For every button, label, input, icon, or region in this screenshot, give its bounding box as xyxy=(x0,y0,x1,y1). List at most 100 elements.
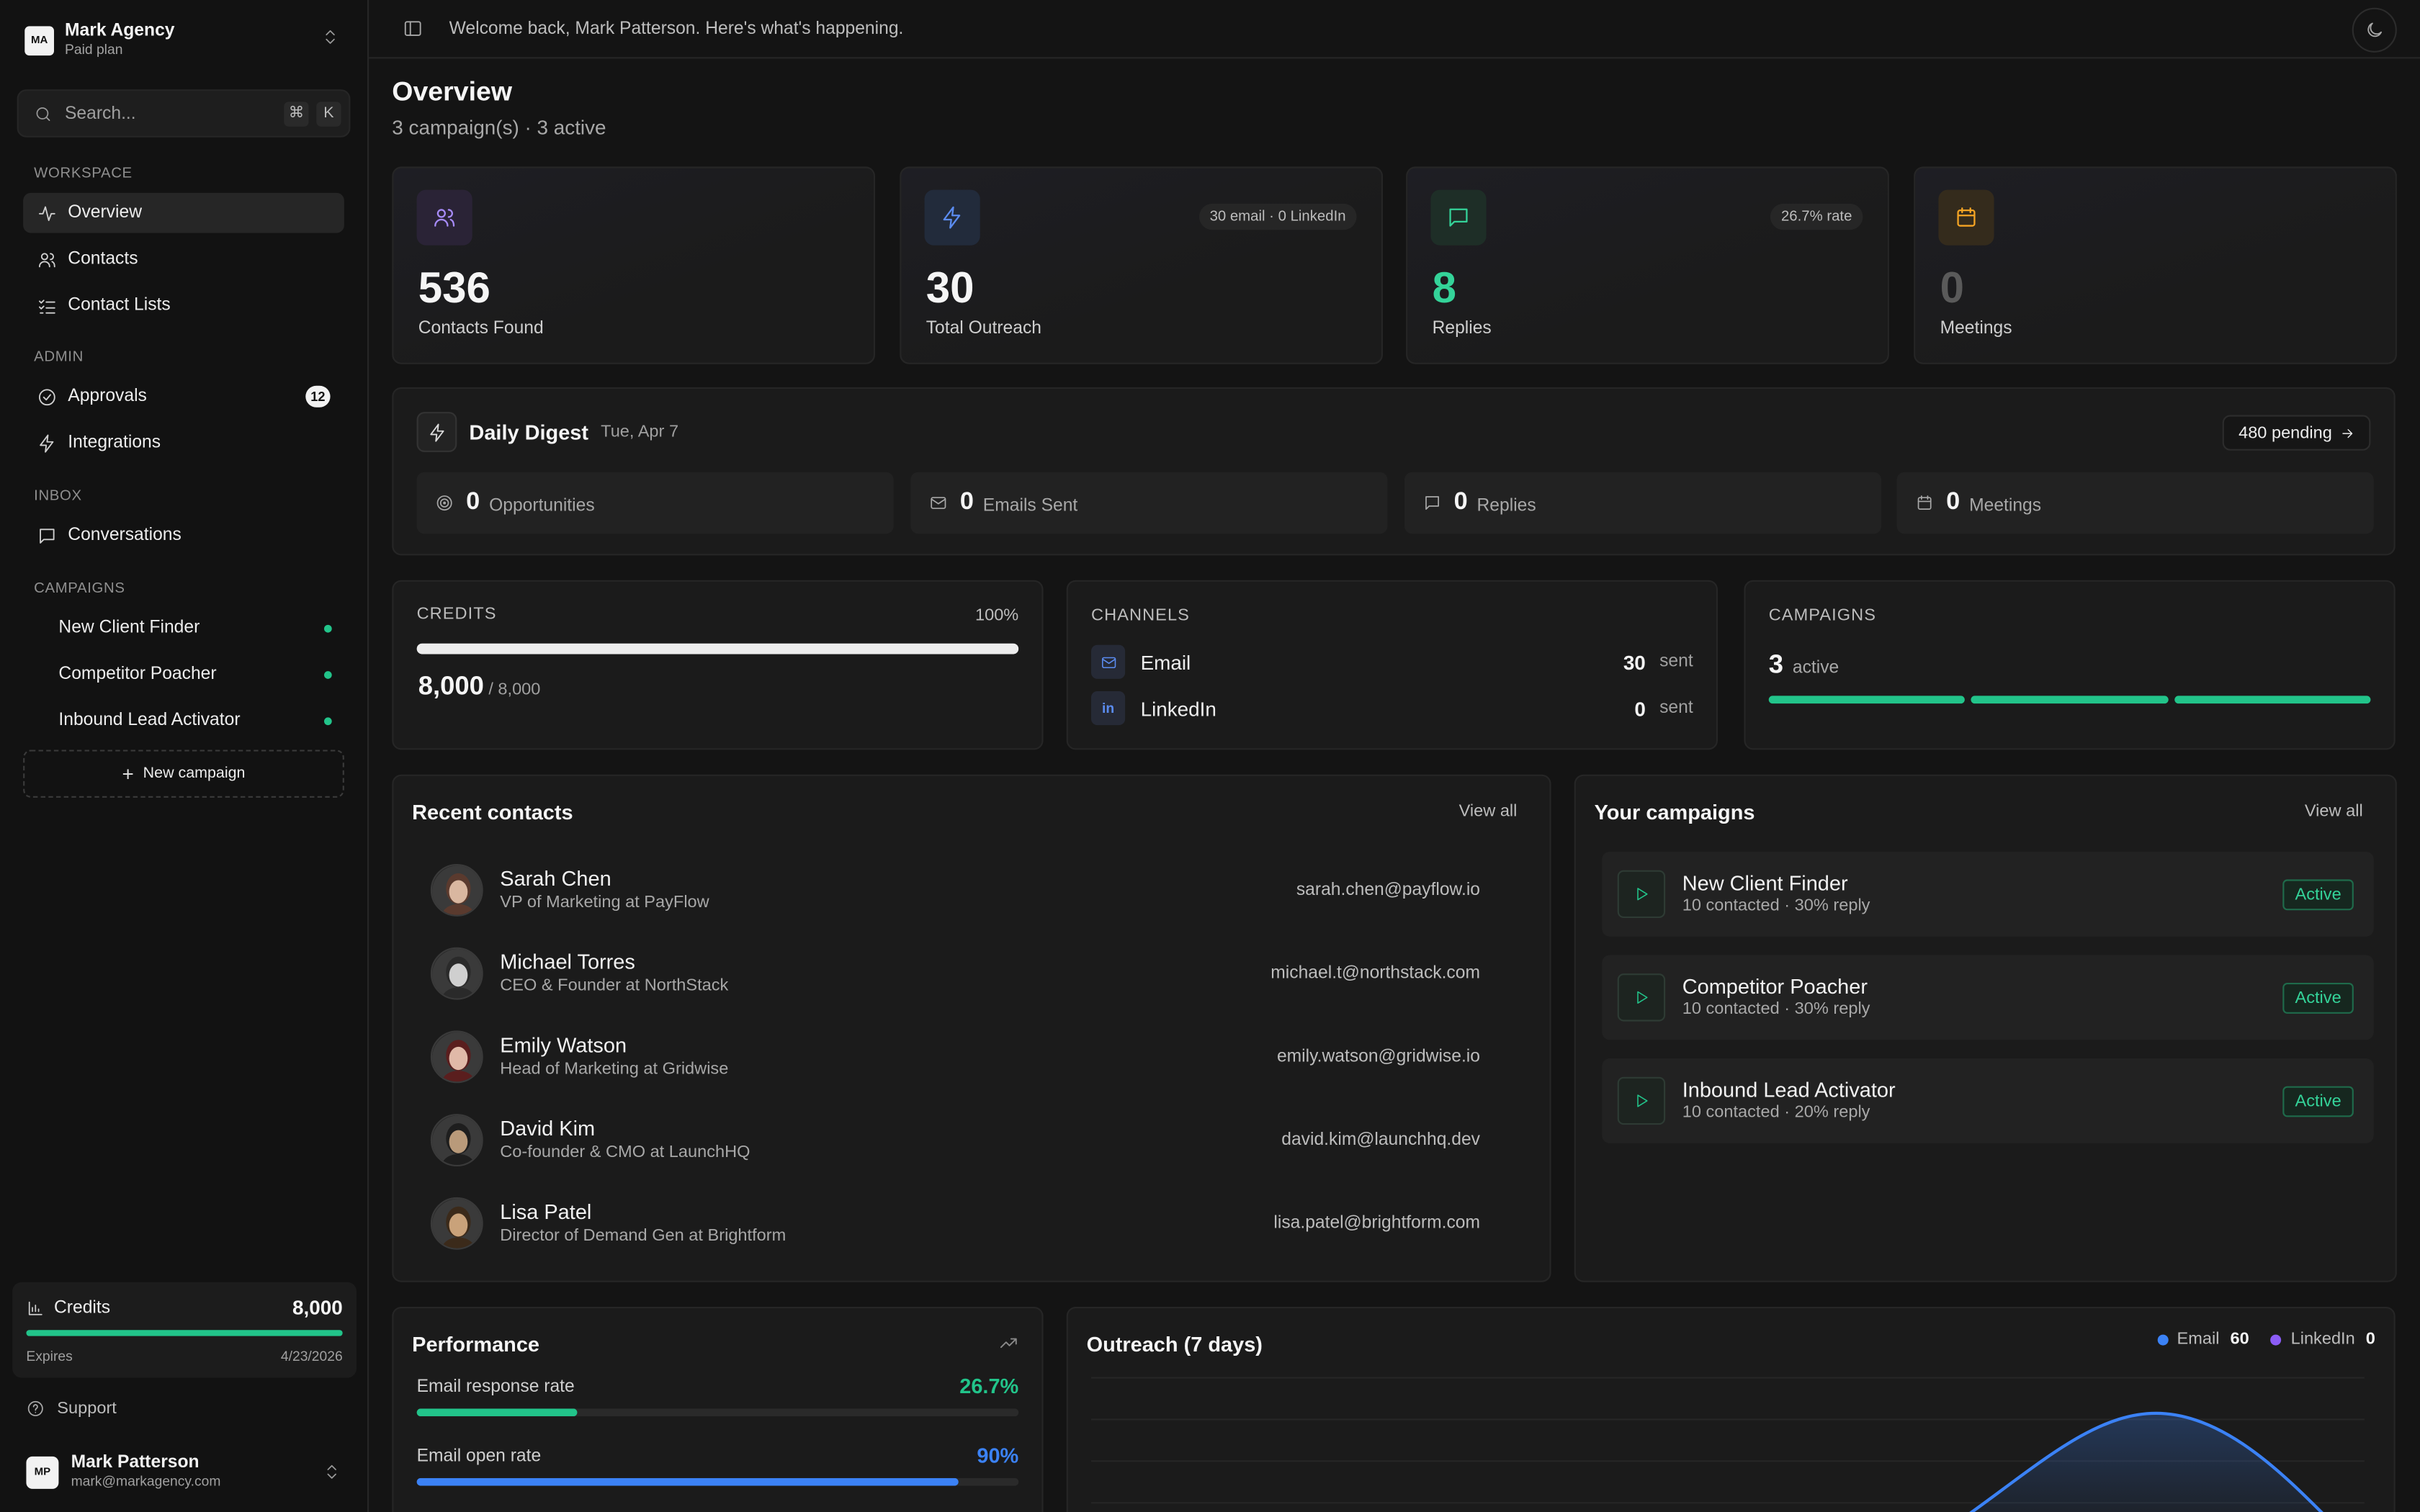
bolt-icon xyxy=(416,412,457,452)
digest-tile-replies: 0 Replies xyxy=(1404,472,1882,534)
credits-percent: 100% xyxy=(974,606,1019,625)
sidebar-item-integrations[interactable]: Integrations xyxy=(23,423,344,463)
daily-digest: Daily Digest Tue, Apr 7 480 pending 0 Op… xyxy=(392,387,2396,556)
credits-value: 8,000 xyxy=(418,671,484,701)
legend-label: Email xyxy=(2177,1330,2220,1349)
play-icon[interactable] xyxy=(1617,973,1666,1022)
sidebar-item-overview[interactable]: Overview xyxy=(23,192,344,233)
theme-toggle-button[interactable] xyxy=(2352,7,2397,53)
your-campaigns-panel: Your campaigns View all New Client Finde… xyxy=(1574,774,2397,1282)
sidebar-item-conversations[interactable]: Conversations xyxy=(23,516,344,556)
sidebar-item-label: Inbound Lead Activator xyxy=(58,711,241,730)
list-checks-icon xyxy=(37,295,68,315)
user-email: mark@markagency.com xyxy=(71,1474,221,1490)
mail-icon xyxy=(1091,644,1126,679)
play-icon[interactable] xyxy=(1617,870,1666,918)
contact-email: michael.t@northstack.com xyxy=(1270,964,1480,983)
credits-expires-date: 4/23/2026 xyxy=(280,1348,343,1364)
avatar xyxy=(430,1030,483,1084)
sidebar-campaign-competitor-poacher[interactable]: Competitor Poacher xyxy=(23,654,344,695)
view-all-campaigns-link[interactable]: View all xyxy=(2305,802,2363,821)
sidebar-item-label: Contacts xyxy=(68,250,138,269)
message-icon xyxy=(37,526,68,546)
outreach-chart-panel: Outreach (7 days) Email 60 LinkedIn 0 xyxy=(1066,1307,2396,1512)
chevrons-up-down-icon xyxy=(321,28,340,47)
contact-row[interactable]: Sarah Chen VP of Marketing at PayFlow sara… xyxy=(430,860,1480,922)
pending-button[interactable]: 480 pending xyxy=(2223,415,2371,451)
sidebar-item-label: Competitor Poacher xyxy=(58,665,217,684)
calendar-icon xyxy=(1938,189,1994,246)
search-input[interactable]: Search... ⌘ K xyxy=(17,89,351,138)
sidebar-campaign-inbound-lead-activator[interactable]: Inbound Lead Activator xyxy=(23,701,344,741)
page-title: Overview xyxy=(392,76,513,107)
sidebar-campaign-new-client-finder[interactable]: New Client Finder xyxy=(23,608,344,648)
status-badge: Active xyxy=(2282,878,2354,910)
digest-title: Daily Digest xyxy=(469,420,589,444)
campaign-row[interactable]: Inbound Lead Activator 10 contacted · 20%… xyxy=(1602,1058,2374,1143)
sidebar-item-label: Overview xyxy=(68,203,143,222)
plus-icon: + xyxy=(122,762,134,786)
metric-bar-fill xyxy=(416,1408,578,1417)
active-status-dot xyxy=(324,717,332,726)
credits-label: CREDITS xyxy=(416,605,497,624)
contact-email: lisa.patel@brightform.com xyxy=(1273,1214,1480,1233)
status-badge: Active xyxy=(2282,981,2354,1013)
digest-label: Opportunities xyxy=(489,495,595,515)
campaigns-status-bars xyxy=(1768,696,2371,704)
stat-card-outreach: 30 email · 0 LinkedIn 30 Total Outreach xyxy=(900,166,1383,364)
user-name: Mark Patterson xyxy=(71,1454,200,1472)
sidebar-item-label: Approvals xyxy=(68,387,147,406)
shortcut-mod-key: ⌘ xyxy=(284,101,309,126)
campaigns-count: 3 active xyxy=(1769,649,1839,680)
contact-role: VP of Marketing at PayFlow xyxy=(500,892,709,912)
sidebar-item-approvals[interactable]: Approvals 12 xyxy=(23,377,344,417)
channel-row-linkedin: in LinkedIn 0 sent xyxy=(1091,691,1693,726)
main-content: Welcome back, Mark Patterson. Here's wha… xyxy=(369,0,2420,1512)
metric-name: Email open rate xyxy=(416,1446,542,1465)
contact-row[interactable]: David Kim Co-founder & CMO at LaunchHQ dav… xyxy=(430,1110,1480,1171)
channel-unit: sent xyxy=(1659,698,1693,718)
users-icon xyxy=(37,249,68,269)
contact-row[interactable]: Michael Torres CEO & Founder at NorthStac… xyxy=(430,942,1480,1004)
stat-pill: 30 email · 0 LinkedIn xyxy=(1198,203,1357,230)
metric-email-response-rate: Email response rate 26.7% xyxy=(416,1374,1019,1417)
stat-label: Meetings xyxy=(1940,319,2012,338)
sidebar-toggle-icon[interactable] xyxy=(403,19,423,39)
org-logo: MA xyxy=(24,25,54,55)
avatar xyxy=(430,947,483,1000)
sidebar-item-contact-lists[interactable]: Contact Lists xyxy=(23,285,344,325)
sidebar-item-contacts[interactable]: Contacts xyxy=(23,239,344,279)
view-all-contacts-link[interactable]: View all xyxy=(1459,802,1518,821)
campaign-row[interactable]: Competitor Poacher 10 contacted · 30% rep… xyxy=(1602,955,2374,1040)
section-label-admin: ADMIN xyxy=(34,348,84,366)
contact-row[interactable]: Lisa Patel Director of Demand Gen at Brig… xyxy=(430,1192,1480,1254)
digest-date: Tue, Apr 7 xyxy=(601,423,679,441)
support-label: Support xyxy=(57,1399,117,1418)
org-switcher[interactable]: MA Mark Agency Paid plan xyxy=(24,20,346,60)
message-icon xyxy=(1430,189,1487,246)
stat-card-meetings: 0 Meetings xyxy=(1914,166,2397,364)
avatar: MP xyxy=(26,1455,59,1488)
legend-label: LinkedIn xyxy=(2290,1330,2355,1349)
contact-name: David Kim xyxy=(500,1117,596,1141)
search-icon xyxy=(34,104,53,123)
contact-row[interactable]: Emily Watson Head of Marketing at Gridwis… xyxy=(430,1026,1480,1088)
metric-bar xyxy=(416,1477,1019,1486)
sidebar-item-label: Conversations xyxy=(68,526,182,545)
user-menu[interactable]: MP Mark Patterson mark@markagency.com xyxy=(26,1450,347,1493)
active-status-dot xyxy=(324,624,332,633)
campaign-row[interactable]: New Client Finder 10 contacted · 30% repl… xyxy=(1602,851,2374,937)
campaigns-summary-card: CAMPAIGNS 3 active xyxy=(1744,580,2396,750)
calendar-icon xyxy=(1915,494,1934,513)
stat-value: 536 xyxy=(418,264,490,312)
stat-label: Contacts Found xyxy=(418,319,544,338)
play-icon[interactable] xyxy=(1617,1076,1666,1125)
digest-number: 0 xyxy=(959,489,974,516)
support-link[interactable]: Support xyxy=(26,1399,117,1418)
sidebar-credits: Credits 8,000 Expires 4/23/2026 xyxy=(12,1282,357,1378)
chevrons-up-down-icon xyxy=(323,1462,341,1481)
new-campaign-button[interactable]: + New campaign xyxy=(23,750,344,798)
org-name: Mark Agency xyxy=(65,22,175,41)
section-label-workspace: WORKSPACE xyxy=(34,165,133,182)
digest-number: 0 xyxy=(1946,489,1960,516)
